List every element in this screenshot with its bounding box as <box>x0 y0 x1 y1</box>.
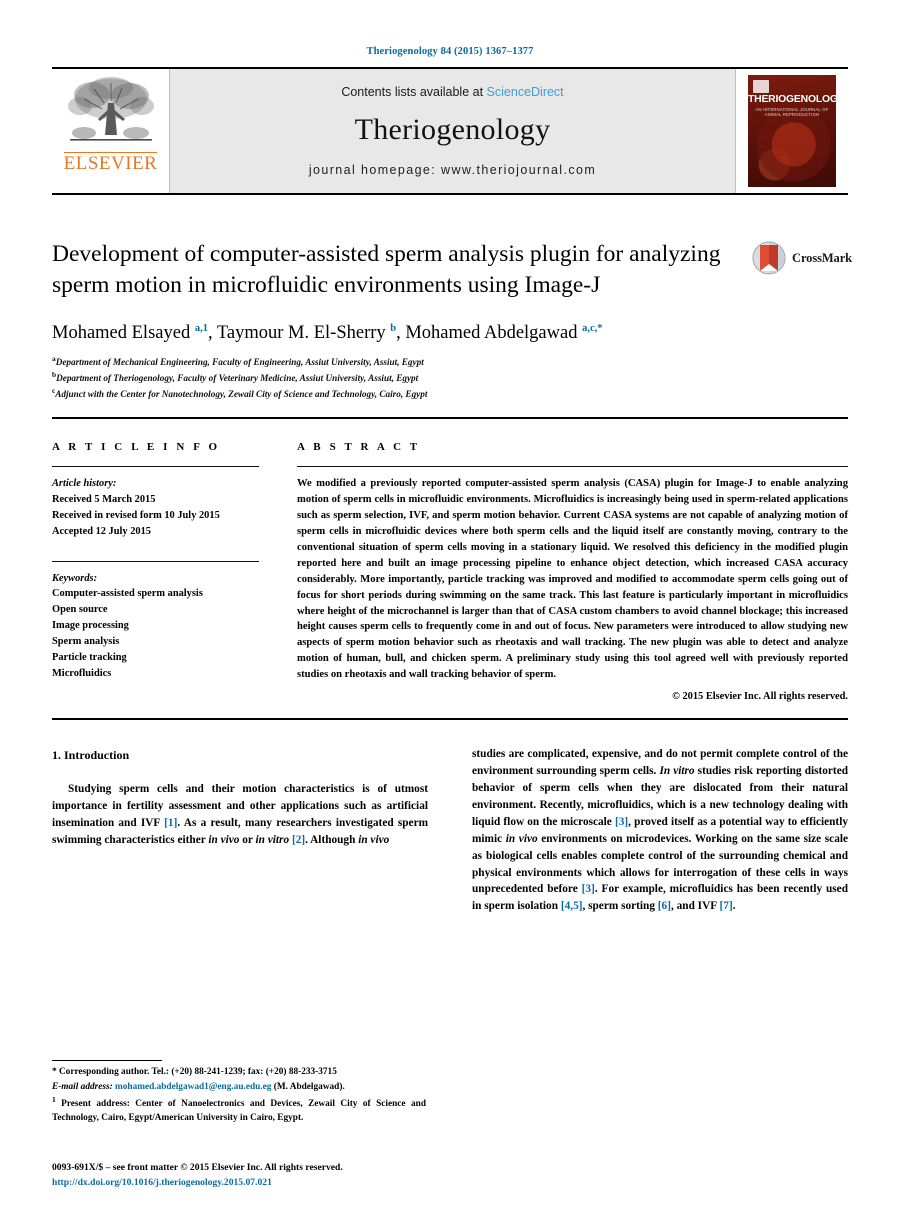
intro-paragraph-right: studies are complicated, expensive, and … <box>472 747 848 913</box>
crossmark-label: CrossMark <box>792 250 852 265</box>
keyword-item: Computer-assisted sperm analysis <box>52 588 203 600</box>
page-title: Development of computer-assisted sperm a… <box>52 241 721 298</box>
cover-art: THERIOGENOLOGY AN INTERNATIONAL JOURNAL … <box>748 75 836 187</box>
affiliation-list: aDepartment of Mechanical Engineering, F… <box>52 354 848 401</box>
email-label: E-mail address: <box>52 1081 113 1092</box>
crossmark-icon <box>752 241 786 275</box>
issn-line: 0093-691X/$ – see front matter © 2015 El… <box>52 1162 343 1174</box>
author-list: Mohamed Elsayed a,1, Taymour M. El-Sherr… <box>52 323 603 344</box>
article-info-column: A R T I C L E I N F O Article history: R… <box>52 441 297 702</box>
contents-available-line: Contents lists available at ScienceDirec… <box>341 85 563 99</box>
affiliation-item: bDepartment of Theriogenology, Faculty o… <box>52 370 848 386</box>
footnote-block: * Corresponding author. Tel.: (+20) 88-2… <box>52 1060 426 1126</box>
info-abstract-section: A R T I C L E I N F O Article history: R… <box>52 441 848 702</box>
body-column-left: 1. Introduction Studying sperm cells and… <box>52 746 450 915</box>
title-area: Development of computer-assisted sperm a… <box>52 239 852 300</box>
present-address-note: 1 Present address: Center of Nanoelectro… <box>52 1094 426 1123</box>
body-columns: 1. Introduction Studying sperm cells and… <box>52 746 848 915</box>
cover-title: THERIOGENOLOGY <box>748 94 836 105</box>
article-info-heading: A R T I C L E I N F O <box>52 441 221 454</box>
history-item: Accepted 12 July 2015 <box>52 525 151 537</box>
divider-above-abstract <box>52 417 848 420</box>
keywords-rule <box>52 560 259 562</box>
abstract-copyright: © 2015 Elsevier Inc. All rights reserved… <box>672 690 848 702</box>
page-footer: 0093-691X/$ – see front matter © 2015 El… <box>52 1161 343 1190</box>
body-column-right: studies are complicated, expensive, and … <box>450 746 848 915</box>
keyword-item: Image processing <box>52 620 129 632</box>
affiliation-text: Adjunct with the Center for Nanotechnolo… <box>55 388 428 399</box>
affiliation-text: Department of Theriogenology, Faculty of… <box>56 373 419 384</box>
journal-cover-thumbnail[interactable]: THERIOGENOLOGY AN INTERNATIONAL JOURNAL … <box>735 69 848 193</box>
sciencedirect-link[interactable]: ScienceDirect <box>487 85 564 99</box>
footnote-rule <box>52 1060 162 1062</box>
affiliation-text: Department of Mechanical Engineering, Fa… <box>55 357 424 368</box>
elsevier-logo: ELSEVIER <box>52 69 170 193</box>
history-item: Received 5 March 2015 <box>52 494 156 506</box>
crossmark-badge[interactable]: CrossMark <box>752 239 852 275</box>
affiliation-item: cAdjunct with the Center for Nanotechnol… <box>52 386 848 402</box>
journal-masthead: ELSEVIER Contents lists available at Sci… <box>52 67 848 195</box>
elsevier-wordmark: ELSEVIER <box>63 152 158 174</box>
elsevier-tree-icon <box>63 73 158 151</box>
contents-prefix: Contents lists available at <box>341 85 484 99</box>
keyword-item: Particle tracking <box>52 651 127 663</box>
journal-homepage[interactable]: journal homepage: www.theriojournal.com <box>309 163 596 177</box>
running-head: Theriogenology 84 (2015) 1367–1377 <box>366 46 534 57</box>
journal-title: Theriogenology <box>354 113 551 146</box>
affiliation-item: aDepartment of Mechanical Engineering, F… <box>52 354 848 370</box>
intro-paragraph-left: Studying sperm cells and their motion ch… <box>52 782 428 846</box>
abstract-text: We modified a previously reported comput… <box>297 478 848 681</box>
title-text-wrapper: Development of computer-assisted sperm a… <box>52 239 752 300</box>
article-info-rule <box>52 466 259 468</box>
corresponding-author-note: * Corresponding author. Tel.: (+20) 88-2… <box>52 1067 337 1078</box>
keywords-block: Keywords: Computer-assisted sperm analys… <box>52 571 259 682</box>
section-heading-introduction: 1. Introduction <box>52 747 130 762</box>
article-history-label: Article history: <box>52 478 117 490</box>
divider-below-abstract <box>52 717 848 720</box>
cover-subtitle: AN INTERNATIONAL JOURNAL OF ANIMAL REPRO… <box>755 107 829 117</box>
abstract-heading: A B S T R A C T <box>297 441 421 454</box>
cover-elsevier-icon <box>753 80 769 93</box>
keyword-item: Open source <box>52 604 108 616</box>
article-page: Theriogenology 84 (2015) 1367–1377 ELSEV… <box>0 0 900 1230</box>
abstract-column: A B S T R A C T We modified a previously… <box>297 441 848 702</box>
abstract-rule <box>297 466 848 468</box>
email-address-link[interactable]: mohamed.abdelgawad1@eng.au.edu.eg <box>115 1082 271 1092</box>
journal-info-panel: Contents lists available at ScienceDirec… <box>170 69 735 193</box>
keywords-label: Keywords: <box>52 572 98 584</box>
doi-link[interactable]: http://dx.doi.org/10.1016/j.theriogenolo… <box>52 1176 343 1190</box>
email-suffix: (M. Abdelgawad). <box>273 1081 345 1092</box>
keyword-item: Microfluidics <box>52 667 112 679</box>
history-item: Received in revised form 10 July 2015 <box>52 510 220 522</box>
keyword-item: Sperm analysis <box>52 635 120 647</box>
email-note: E-mail address: mohamed.abdelgawad1@eng.… <box>52 1081 426 1094</box>
article-history-block: Article history: Received 5 March 2015 R… <box>52 476 259 539</box>
